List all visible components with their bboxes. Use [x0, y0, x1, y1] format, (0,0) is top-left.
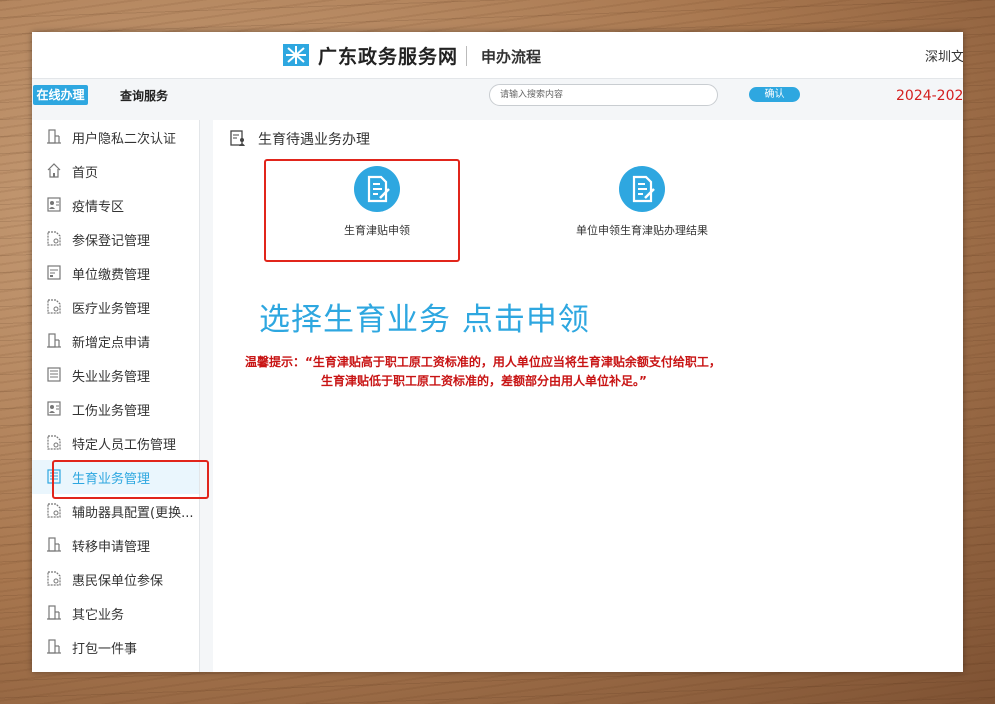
edit-document-icon	[619, 166, 665, 212]
sidebar-item-home[interactable]: 首页	[32, 154, 199, 188]
sidebar-item-label: 转移申请管理	[72, 540, 151, 555]
sidebar-item-label: 辅助器具配置(更换...	[72, 506, 194, 521]
hero-instruction: 选择生育业务 点击申领	[259, 302, 590, 338]
sidebar-item-work-injury[interactable]: 工伤业务管理	[32, 392, 199, 426]
home-icon	[47, 163, 61, 178]
sidebar-item-label: 疫情专区	[72, 200, 125, 215]
user-document-icon	[230, 130, 245, 146]
warm-tip-line-2: 生育津贴低于职工原工资标准的，差额部分由用人单位补足。”	[321, 374, 647, 388]
sidebar-item-privacy-auth[interactable]: 用户隐私二次认证	[32, 120, 199, 154]
sidebar-item-other[interactable]: 其它业务	[32, 596, 199, 630]
sidebar-item-label: 单位缴费管理	[72, 268, 151, 283]
sidebar-item-label: 失业业务管理	[72, 370, 151, 385]
sidebar-item-package[interactable]: 打包一件事	[32, 630, 199, 664]
person-card-icon	[47, 401, 61, 416]
sidebar-item-label: 参保登记管理	[72, 234, 151, 249]
sidebar: 用户隐私二次认证 首页 疫情专区 参保登记管理 单位缴费管理 医疗业务管理 新增…	[32, 120, 200, 672]
document-icon	[47, 503, 61, 518]
sidebar-item-label: 工伤业务管理	[72, 404, 151, 419]
sidebar-item-transfer[interactable]: 转移申请管理	[32, 528, 199, 562]
sidebar-item-epidemic[interactable]: 疫情专区	[32, 188, 199, 222]
header-divider	[466, 46, 467, 66]
building-icon	[47, 333, 61, 348]
search-input[interactable]	[489, 84, 718, 106]
page-subtitle: 申办流程	[481, 48, 542, 66]
sidebar-item-label: 特定人员工伤管理	[72, 438, 177, 453]
sidebar-item-assistive-devices[interactable]: 辅助器具配置(更换...	[32, 494, 199, 528]
sidebar-item-label: 打包一件事	[72, 642, 138, 657]
warm-tip-line-1: 温馨提示：“生育津贴高于职工原工资标准的，用人单位应当将生育津贴余额支付给职工，	[245, 355, 721, 369]
region-selector[interactable]: 深圳文	[925, 46, 963, 65]
sidebar-item-label: 首页	[72, 166, 99, 181]
highlight-box-apply	[264, 159, 460, 262]
list-icon	[47, 367, 61, 382]
person-card-icon	[47, 197, 61, 212]
nav-bar: 在线办理 查询服务 确认 2024-2025	[32, 78, 963, 121]
browser-page: 广东政务服务网 申办流程 深圳文 在线办理 查询服务 确认 2024-2025 …	[32, 32, 963, 672]
building-icon	[47, 129, 61, 144]
document-icon	[47, 571, 61, 586]
document-icon	[47, 299, 61, 314]
building-icon	[47, 537, 61, 552]
sidebar-item-medical[interactable]: 医疗业务管理	[32, 290, 199, 324]
site-name[interactable]: 广东政务服务网	[318, 42, 458, 69]
sidebar-item-insurance-registration[interactable]: 参保登记管理	[32, 222, 199, 256]
sidebar-item-label: 其它业务	[72, 608, 125, 623]
sidebar-item-label: 医疗业务管理	[72, 302, 151, 317]
form-icon	[47, 265, 61, 280]
building-icon	[47, 605, 61, 620]
action-label: 单位申领生育津贴办理结果	[576, 224, 708, 237]
sidebar-item-label: 新增定点申请	[72, 336, 151, 351]
page-title: 生育待遇业务办理	[258, 132, 370, 148]
site-logo-icon	[283, 44, 309, 66]
confirm-button[interactable]: 确认	[749, 87, 800, 102]
unit-allowance-result-button[interactable]: 单位申领生育津贴办理结果	[532, 158, 752, 254]
sidebar-item-new-designated[interactable]: 新增定点申请	[32, 324, 199, 358]
sidebar-item-unemployment[interactable]: 失业业务管理	[32, 358, 199, 392]
sidebar-item-label: 惠民保单位参保	[72, 574, 164, 589]
highlight-box-maternity	[52, 460, 209, 499]
site-header: 广东政务服务网 申办流程 深圳文	[32, 32, 963, 78]
sidebar-item-label: 用户隐私二次认证	[72, 132, 177, 147]
building-icon	[47, 639, 61, 654]
tab-query-service[interactable]: 查询服务	[120, 87, 168, 104]
document-icon	[47, 435, 61, 450]
sidebar-item-huiminbao[interactable]: 惠民保单位参保	[32, 562, 199, 596]
sidebar-item-specific-injury[interactable]: 特定人员工伤管理	[32, 426, 199, 460]
document-icon	[47, 231, 61, 246]
tab-online-service[interactable]: 在线办理	[33, 85, 88, 105]
year-range-text: 2024-2025	[896, 88, 963, 104]
sidebar-item-payment[interactable]: 单位缴费管理	[32, 256, 199, 290]
